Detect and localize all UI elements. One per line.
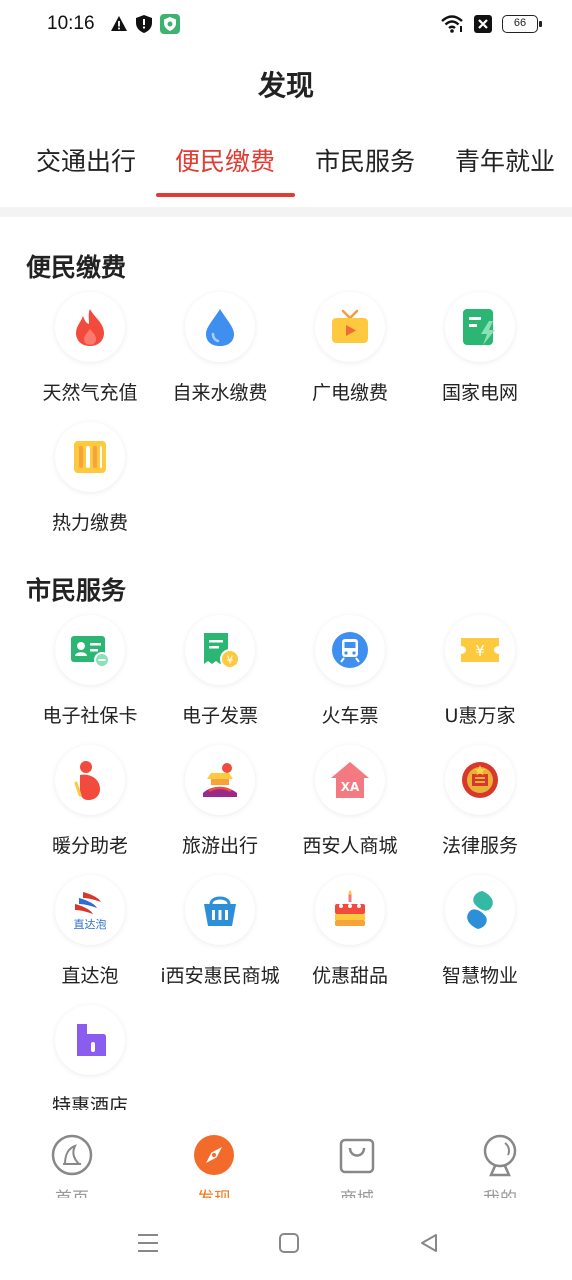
nav-profile[interactable]: 我的 — [440, 1130, 560, 1206]
service-u-hui-wanjia[interactable]: ¥ U惠万家 — [415, 615, 545, 735]
item-label: 直达泡 — [61, 965, 119, 987]
item-label: 旅游出行 — [181, 835, 258, 857]
svg-text:¥: ¥ — [227, 654, 234, 667]
tab-youth-employment[interactable]: 青年就业 — [455, 142, 555, 178]
service-gas-recharge[interactable]: 天然气充值 — [25, 292, 155, 412]
cake-icon — [335, 890, 365, 926]
service-zhidapao[interactable]: 直达泡 直达泡 — [25, 875, 155, 995]
service-xian-mall[interactable]: XA 西安人商城 — [285, 745, 415, 865]
service-desserts[interactable]: 优惠甜品 — [285, 875, 415, 995]
system-menu-button[interactable] — [133, 1228, 163, 1258]
item-label: 电子发票 — [181, 705, 258, 727]
menu-icon — [138, 1234, 158, 1252]
power-grid-icon — [463, 309, 495, 345]
item-label: 法律服务 — [441, 835, 518, 857]
shield-icon — [136, 15, 152, 33]
elderly-care-icon — [74, 761, 100, 800]
item-label: 国家电网 — [441, 382, 518, 404]
tab-payments[interactable]: 便民缴费 — [175, 142, 275, 178]
sim-x-icon — [474, 15, 492, 33]
travel-icon — [203, 763, 237, 797]
flame-icon — [76, 309, 104, 346]
nav-mall[interactable]: 商城 — [297, 1130, 417, 1206]
nav-home[interactable]: 首页 — [12, 1130, 132, 1206]
item-label: 热力缴费 — [51, 512, 128, 534]
divider — [0, 207, 572, 217]
nav-label: 首页 — [12, 1184, 132, 1198]
wifi-icon — [441, 15, 463, 33]
service-water-bill[interactable]: 自来水缴费 — [155, 292, 285, 412]
square-icon — [279, 1233, 299, 1253]
category-tabs: 交通出行 便民缴费 市民服务 青年就业 — [0, 132, 572, 202]
shopping-basket-icon — [204, 896, 236, 926]
tv-icon — [332, 309, 368, 343]
tab-citizen-services[interactable]: 市民服务 — [315, 142, 415, 178]
hotel-icon — [77, 1024, 106, 1056]
item-label: 暖分助老 — [51, 835, 128, 857]
battery-level: 66 — [513, 17, 527, 29]
item-label: 电子社保卡 — [42, 705, 138, 727]
water-drop-icon — [206, 309, 234, 346]
service-e-invoice[interactable]: ¥ 电子发票 — [155, 615, 285, 735]
radiator-icon — [74, 441, 106, 473]
service-i-xian-mall[interactable]: i西安惠民商城 — [155, 875, 285, 995]
social-security-card-icon — [71, 636, 110, 668]
nav-label: 商城 — [297, 1184, 417, 1198]
shopping-bag-icon — [339, 1138, 375, 1174]
item-label: 火车票 — [321, 705, 379, 727]
service-heating-bill[interactable]: 热力缴费 — [25, 422, 155, 542]
train-icon — [332, 632, 368, 668]
home-icon — [51, 1134, 93, 1176]
svg-text:XA: XA — [341, 780, 360, 794]
item-label: i西安惠民商城 — [160, 965, 280, 987]
service-tv-bill[interactable]: 广电缴费 — [285, 292, 415, 412]
system-nav-bar — [0, 1206, 572, 1280]
bottom-nav: 首页 发现 商城 我的 — [0, 1110, 572, 1206]
compass-icon — [194, 1135, 234, 1175]
service-state-grid[interactable]: 国家电网 — [415, 292, 545, 412]
zhidapao-logo-text: 直达泡 — [74, 917, 107, 931]
item-label: 自来水缴费 — [172, 382, 268, 404]
section-title-citizen-services: 市民服务 — [26, 576, 127, 605]
item-label: 优惠甜品 — [311, 965, 388, 987]
system-home-button[interactable] — [274, 1228, 304, 1258]
warning-icon — [111, 16, 127, 31]
invoice-icon: ¥ — [204, 633, 240, 669]
item-label: 西安人商城 — [302, 835, 398, 857]
profile-icon — [483, 1134, 517, 1177]
service-travel[interactable]: 旅游出行 — [155, 745, 285, 865]
service-elderly-care[interactable]: 暖分助老 — [25, 745, 155, 865]
status-time: 10:16 — [47, 13, 95, 34]
nav-label: 我的 — [440, 1184, 560, 1198]
service-smart-property[interactable]: 智慧物业 — [415, 875, 545, 995]
service-legal[interactable]: 法律服务 — [415, 745, 545, 865]
item-label: 智慧物业 — [441, 965, 518, 987]
service-hotel-deals[interactable]: 特惠酒店 — [25, 1005, 155, 1125]
svg-text:¥: ¥ — [475, 642, 485, 660]
status-bar: 10:16 66 — [0, 0, 572, 52]
emblem-icon — [462, 762, 498, 798]
coupon-icon: ¥ — [461, 638, 499, 662]
item-label: 天然气充值 — [42, 382, 138, 404]
system-back-button[interactable] — [414, 1228, 444, 1258]
security-app-icon — [160, 14, 180, 34]
active-tab-indicator — [156, 193, 295, 197]
page-title: 发现 — [257, 69, 314, 102]
item-label: U惠万家 — [444, 705, 516, 727]
tab-traffic[interactable]: 交通出行 — [36, 142, 136, 178]
item-label: 广电缴费 — [311, 382, 388, 404]
section-title-payments: 便民缴费 — [26, 253, 127, 282]
back-triangle-icon — [421, 1234, 437, 1252]
zhidapao-logo-icon: 直达泡 — [74, 892, 107, 931]
battery-icon: 66 — [502, 15, 542, 33]
service-social-security-card[interactable]: 电子社保卡 — [25, 615, 155, 735]
nav-label: 发现 — [154, 1184, 274, 1198]
smart-property-icon — [467, 891, 493, 929]
nav-discover[interactable]: 发现 — [154, 1130, 274, 1206]
service-train-tickets[interactable]: 火车票 — [285, 615, 415, 735]
xa-mall-icon: XA — [331, 762, 369, 798]
